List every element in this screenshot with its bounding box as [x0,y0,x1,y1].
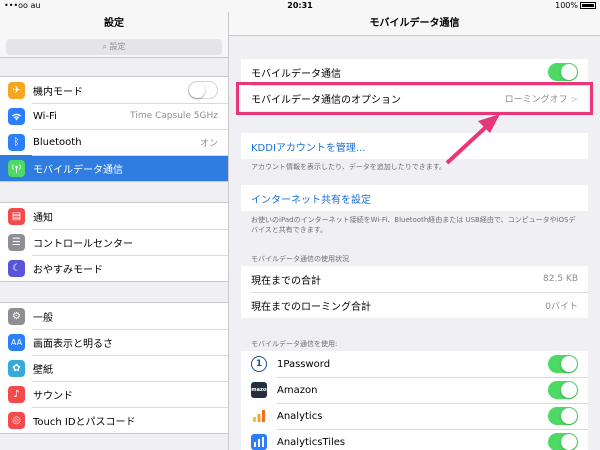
annotation-arrow [445,114,500,165]
